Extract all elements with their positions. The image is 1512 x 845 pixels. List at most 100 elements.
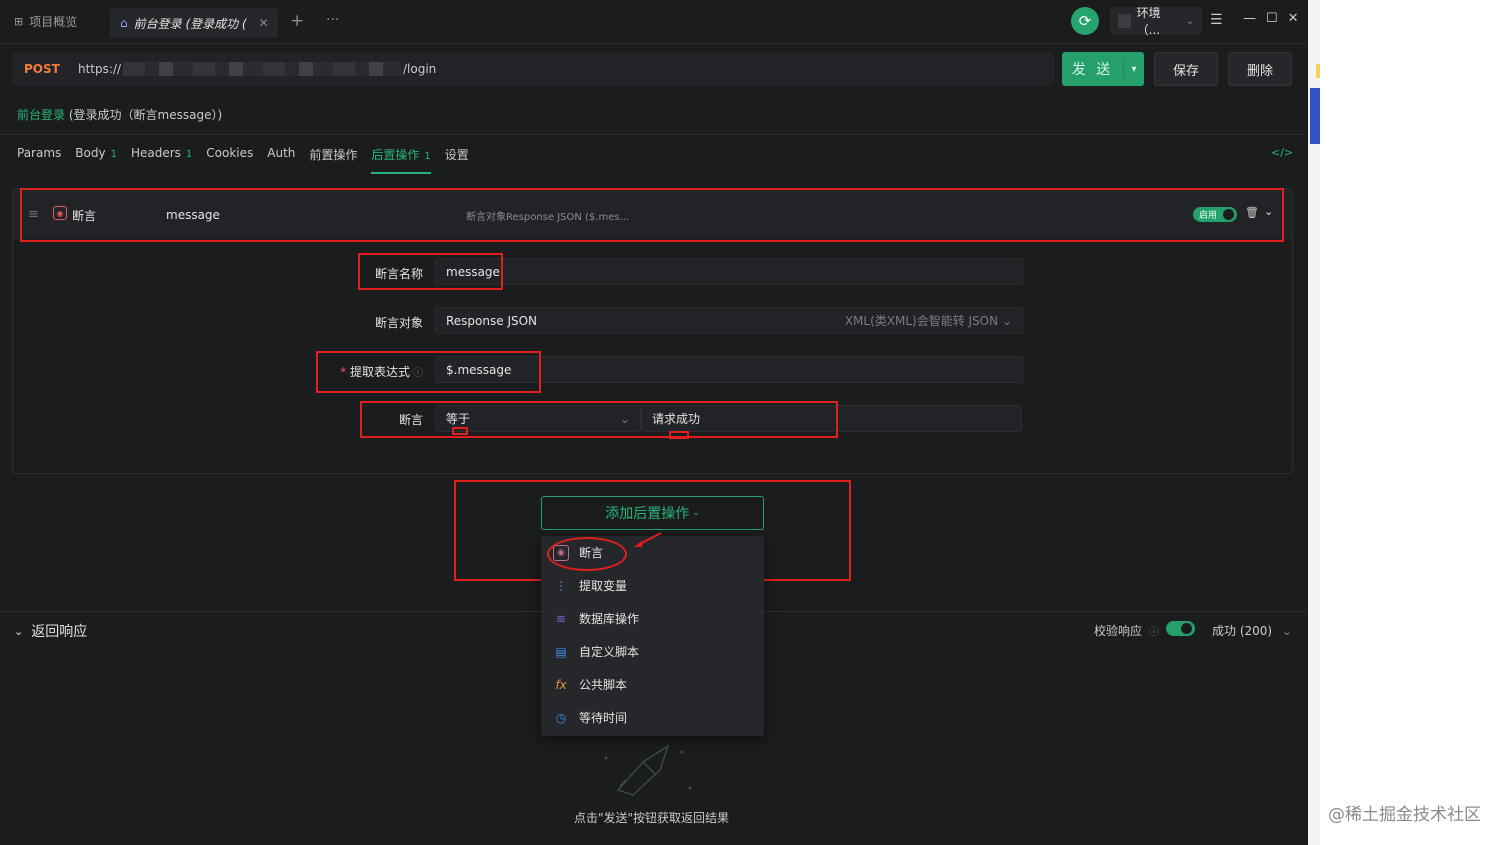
status-text: 成功 (200) bbox=[1212, 624, 1273, 638]
annotation-box bbox=[358, 253, 503, 290]
tab-count: 1 bbox=[185, 149, 193, 160]
menu-item-public-script[interactable]: fx 公共脚本 bbox=[553, 676, 627, 693]
clock-icon: ◷ bbox=[555, 710, 567, 725]
annotation-mark bbox=[669, 431, 689, 439]
watermark: @稀土掘金技术社区 bbox=[1328, 805, 1481, 825]
verify-response-toggle[interactable] bbox=[1166, 621, 1195, 636]
annotation-mark bbox=[452, 427, 468, 435]
tab-current-request[interactable]: ⌂ 前台登录 (登录成功 ( ✕ bbox=[110, 8, 278, 38]
tab-label: Cookies bbox=[206, 146, 254, 160]
tab-count: 1 bbox=[110, 149, 117, 160]
tab-label: 项目概览 bbox=[29, 15, 78, 29]
chevron-down-icon[interactable]: ▾ bbox=[1124, 64, 1144, 75]
annotation-box bbox=[316, 351, 541, 393]
close-window-button[interactable]: ✕ bbox=[1288, 11, 1299, 26]
assertion-name-input[interactable]: message bbox=[435, 258, 1023, 285]
tab-label: Headers bbox=[130, 146, 181, 160]
response-header[interactable]: ⌄ 返回响应 bbox=[14, 621, 87, 641]
tab-headers[interactable]: Headers 1 bbox=[131, 146, 192, 174]
maximize-button[interactable]: ☐ bbox=[1266, 11, 1278, 26]
response-divider bbox=[0, 611, 1308, 612]
tab-auth[interactable]: Auth bbox=[267, 146, 295, 174]
method-select[interactable]: POST bbox=[24, 62, 78, 76]
annotation-oval bbox=[547, 537, 627, 571]
help-icon[interactable]: ⓘ bbox=[1149, 623, 1159, 638]
environment-swatch bbox=[1118, 14, 1131, 28]
breadcrumb-title: (登录成功（断言message）) bbox=[68, 108, 223, 122]
menu-label: 数据库操作 bbox=[579, 612, 640, 626]
url-path: /login bbox=[403, 62, 437, 76]
verify-response-label: 校验响应 ⓘ bbox=[1094, 622, 1159, 639]
menu-label: 公共脚本 bbox=[579, 678, 628, 692]
menu-icon[interactable]: ☰ bbox=[1210, 12, 1223, 28]
annotation-arrow bbox=[634, 532, 662, 547]
menu-label: 提取变量 bbox=[579, 579, 628, 593]
tab-label: Params bbox=[17, 146, 62, 160]
url-input[interactable]: https:// /login bbox=[78, 62, 436, 76]
assertion-target-label: 断言对象 bbox=[374, 316, 423, 330]
tab-label: Body bbox=[75, 146, 106, 160]
tab-pre-operations[interactable]: 前置操作 bbox=[309, 146, 357, 174]
delete-button[interactable]: 删除 bbox=[1228, 52, 1292, 86]
tab-label: 后置操作 bbox=[371, 148, 420, 162]
tab-body[interactable]: Body 1 bbox=[75, 146, 117, 174]
menu-item-custom-script[interactable]: ▤ 自定义脚本 bbox=[553, 643, 639, 660]
annotation-box bbox=[360, 401, 838, 438]
background-accent bbox=[1316, 64, 1320, 78]
background-window bbox=[1308, 0, 1512, 845]
tab-label: 前台登录 (登录成功 ( bbox=[133, 16, 247, 31]
breadcrumb-parent[interactable]: 前台登录 bbox=[17, 108, 65, 122]
chevron-down-icon: ⌄ bbox=[14, 624, 24, 638]
more-tabs-button[interactable]: ··· bbox=[326, 12, 339, 28]
environment-label: 环境（... bbox=[1136, 6, 1161, 37]
api-icon: ⌂ bbox=[120, 16, 128, 30]
tab-params[interactable]: Params bbox=[17, 146, 61, 174]
annotation-box bbox=[20, 188, 1284, 242]
tab-label: 设置 bbox=[444, 148, 469, 162]
tab-label: 前置操作 bbox=[309, 148, 358, 162]
database-icon: ≋ bbox=[555, 611, 567, 626]
assertion-target-select[interactable]: Response JSON XML(类XML)会智能转 JSON ⌄ bbox=[435, 307, 1023, 334]
background-accent bbox=[1310, 88, 1320, 144]
tab-post-operations[interactable]: 后置操作 1 bbox=[371, 146, 431, 174]
tab-project-overview[interactable]: ⊞ 项目概览 bbox=[14, 13, 77, 30]
breadcrumb: 前台登录 (登录成功（断言message）) bbox=[17, 106, 222, 123]
redacted-host bbox=[123, 62, 402, 76]
tab-settings[interactable]: 设置 bbox=[445, 146, 469, 174]
tab-cookies[interactable]: Cookies bbox=[206, 146, 253, 174]
script-icon: ▤ bbox=[555, 644, 567, 659]
chevron-down-icon: ⌄ bbox=[692, 508, 700, 518]
send-button[interactable]: 发 送 ▾ bbox=[1062, 52, 1144, 86]
sync-icon[interactable]: ⟳ bbox=[1071, 7, 1099, 35]
response-status-select[interactable]: 成功 (200) ⌄ bbox=[1212, 622, 1292, 639]
menu-item-database[interactable]: ≋ 数据库操作 bbox=[553, 610, 639, 627]
fx-icon: fx bbox=[555, 677, 567, 692]
send-label: 发 送 bbox=[1062, 59, 1124, 79]
extract-variable-icon: ⋮ bbox=[555, 578, 567, 593]
tab-count: 1 bbox=[424, 151, 431, 162]
close-icon[interactable]: ✕ bbox=[259, 16, 269, 30]
url-prefix: https:// bbox=[78, 62, 122, 76]
add-post-operation-button[interactable]: 添加后置操作 ⌄ bbox=[541, 496, 764, 530]
select-value: Response JSON bbox=[446, 313, 538, 328]
button-label: 添加后置操作 bbox=[605, 506, 690, 522]
minimize-button[interactable]: — bbox=[1243, 11, 1256, 26]
menu-label: 自定义脚本 bbox=[579, 645, 640, 659]
window-controls: — ☐ ✕ bbox=[1243, 11, 1299, 26]
target-hint-text: XML(类XML)会智能转 JSON bbox=[844, 314, 999, 328]
code-icon[interactable]: </> bbox=[1271, 146, 1293, 159]
response-title: 返回响应 bbox=[31, 624, 88, 640]
menu-item-wait[interactable]: ◷ 等待时间 bbox=[553, 709, 627, 726]
rocket-illustration bbox=[604, 744, 692, 796]
environment-select[interactable]: 环境（... ⌄ bbox=[1110, 6, 1202, 37]
save-button[interactable]: 保存 bbox=[1154, 52, 1218, 86]
response-hint: 点击"发送"按钮获取返回结果 bbox=[574, 811, 730, 825]
chevron-down-icon: ⌄ bbox=[1281, 624, 1292, 638]
grid-icon: ⊞ bbox=[14, 15, 24, 28]
menu-item-extract-variable[interactable]: ⋮ 提取变量 bbox=[553, 577, 627, 594]
new-tab-button[interactable]: + bbox=[290, 11, 304, 31]
url-bar[interactable]: POST https:// /login bbox=[12, 52, 1054, 86]
chevron-down-icon: ⌄ bbox=[1185, 15, 1194, 27]
verify-text: 校验响应 bbox=[1094, 624, 1143, 638]
request-tabs: Params Body 1 Headers 1 Cookies Auth 前置操作 … bbox=[17, 146, 483, 174]
